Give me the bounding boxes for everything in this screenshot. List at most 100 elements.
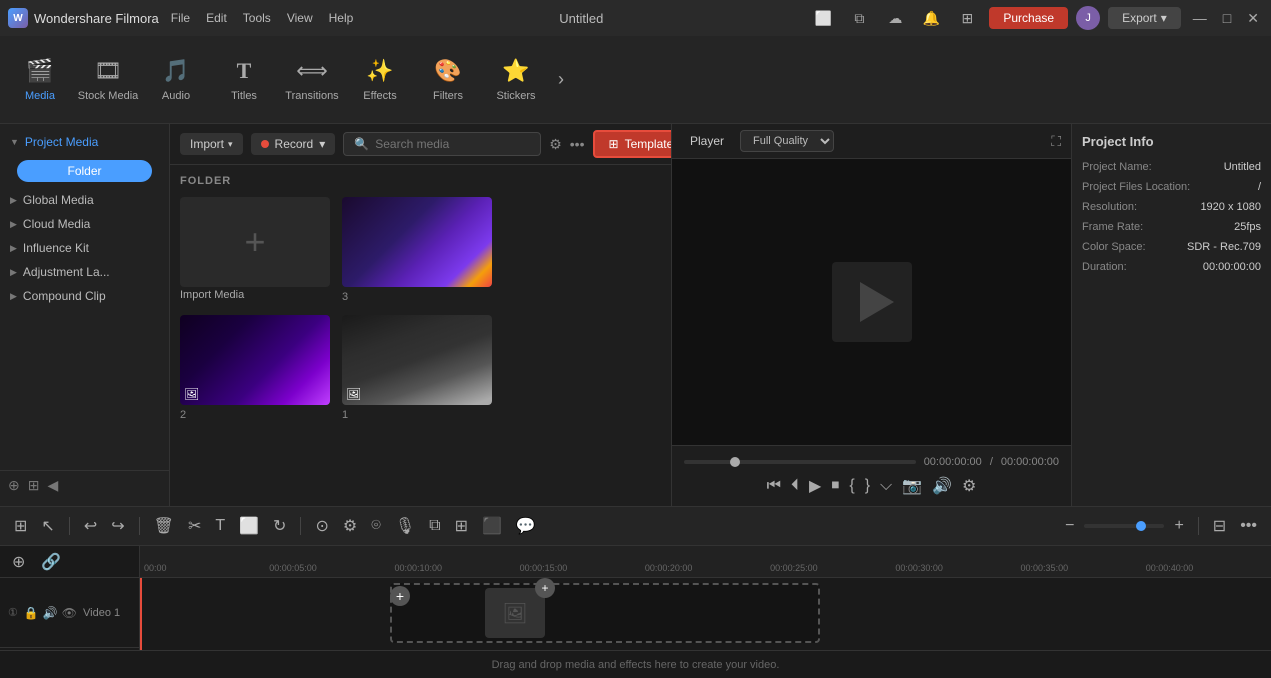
add-folder-icon[interactable]: ⊕ bbox=[8, 477, 20, 494]
more-options-icon[interactable]: ••• bbox=[570, 136, 585, 152]
track-lock-icon[interactable]: 🔒 bbox=[24, 606, 39, 620]
sidebar-item-adjustment[interactable]: ▶ Adjustment La... bbox=[0, 260, 169, 284]
crop-button[interactable]: ⬜ bbox=[235, 516, 263, 536]
play-button[interactable]: ▶ bbox=[809, 476, 821, 496]
menu-edit[interactable]: Edit bbox=[206, 11, 227, 25]
mark-out-button[interactable]: } bbox=[865, 477, 870, 495]
search-box[interactable]: 🔍 bbox=[343, 132, 541, 156]
media-thumb-3[interactable]: 🖼 bbox=[342, 315, 492, 405]
split-icon[interactable]: ⧉ bbox=[845, 8, 873, 28]
info-row-framerate: Frame Rate: 25fps bbox=[1082, 221, 1261, 233]
subtitle-button[interactable]: 💬 bbox=[512, 516, 540, 536]
media-count-1: 3 bbox=[342, 291, 492, 303]
cut-button[interactable]: ✂ bbox=[184, 516, 205, 536]
menu-help[interactable]: Help bbox=[329, 11, 354, 25]
zoom-in-button[interactable]: + bbox=[1170, 517, 1187, 535]
link-icon[interactable]: 🔗 bbox=[37, 552, 65, 572]
toolbar-item-filters[interactable]: 🎨 Filters bbox=[416, 40, 480, 120]
add-media-button[interactable]: + bbox=[390, 586, 410, 606]
quality-select[interactable]: Full Quality bbox=[740, 130, 834, 152]
multicam-button[interactable]: ⊞ bbox=[451, 516, 472, 536]
media-thumb-2[interactable]: 🖼 bbox=[180, 315, 330, 405]
menu-file[interactable]: File bbox=[171, 11, 190, 25]
timeline-track-labels-header: ⊕ 🔗 bbox=[0, 546, 140, 577]
import-media-thumb[interactable]: + bbox=[180, 197, 330, 287]
delete-button[interactable]: 🗑 bbox=[150, 516, 178, 536]
close-button[interactable]: ✕ bbox=[1243, 10, 1263, 27]
add-track-icon[interactable]: ⊕ bbox=[8, 552, 29, 572]
ripple-edit-button[interactable]: ⊙ bbox=[311, 516, 332, 536]
overlay-button[interactable]: ⬛ bbox=[478, 516, 506, 536]
toolbar-more-button[interactable]: › bbox=[552, 69, 570, 90]
fullscreen-icon[interactable]: ⛶ bbox=[1051, 133, 1061, 150]
step-back-button[interactable]: ⏴ bbox=[791, 477, 799, 495]
sidebar-item-compound-clip[interactable]: ▶ Compound Clip bbox=[0, 284, 169, 308]
cloud-icon[interactable]: ☁ bbox=[881, 8, 909, 28]
folder-view-icon[interactable]: ⊞ bbox=[28, 477, 40, 494]
zoom-slider[interactable] bbox=[1084, 524, 1164, 528]
snapshot-button[interactable]: 📷 bbox=[902, 476, 922, 496]
track-audio-icon[interactable]: 🔊 bbox=[43, 606, 58, 620]
audio-detach-button[interactable]: ⌾ bbox=[367, 517, 385, 535]
settings-button[interactable]: ⚙ bbox=[962, 476, 976, 496]
toolbar-item-effects[interactable]: ✨ Effects bbox=[348, 40, 412, 120]
sidebar-item-global-media[interactable]: ▶ Global Media bbox=[0, 188, 169, 212]
ruler-mark-7: 00:00:35:00 bbox=[1021, 563, 1146, 573]
user-avatar[interactable]: J bbox=[1076, 6, 1100, 30]
toolbar-item-media[interactable]: 🎬 Media bbox=[8, 40, 72, 120]
split-button[interactable]: ⌵ bbox=[880, 477, 892, 495]
sidebar-collapse-icon[interactable]: ◀ bbox=[47, 477, 58, 494]
zoom-out-button[interactable]: − bbox=[1061, 517, 1078, 535]
stop-button[interactable]: ⏹ bbox=[831, 477, 839, 495]
split-clip-button[interactable]: ⧉ bbox=[425, 517, 444, 535]
toolbar-item-titles[interactable]: T Titles bbox=[212, 40, 276, 120]
time-slider-handle bbox=[730, 457, 740, 467]
sidebar-item-cloud-media[interactable]: ▶ Cloud Media bbox=[0, 212, 169, 236]
search-input[interactable] bbox=[375, 137, 530, 151]
menu-view[interactable]: View bbox=[287, 11, 313, 25]
purchase-button[interactable]: Purchase bbox=[989, 7, 1068, 29]
menu-tools[interactable]: Tools bbox=[243, 11, 271, 25]
audio-meter-button[interactable]: 🔊 bbox=[932, 476, 952, 496]
record-button[interactable]: Record ▾ bbox=[251, 133, 336, 155]
templates-button[interactable]: ⊞ Templates bbox=[593, 130, 672, 158]
mark-in-button[interactable]: { bbox=[849, 477, 854, 495]
screen-icon[interactable]: ⬜ bbox=[809, 8, 837, 28]
toolbar-item-audio[interactable]: 🎵 Audio bbox=[144, 40, 208, 120]
export-button[interactable]: Export ▾ bbox=[1108, 7, 1181, 29]
toolbar-item-stock-media[interactable]: 🎞 Stock Media bbox=[76, 40, 140, 120]
cursor-tool[interactable]: ↖ bbox=[37, 516, 58, 536]
text-tool[interactable]: T bbox=[211, 517, 229, 535]
undo-button[interactable]: ↩ bbox=[80, 516, 101, 536]
transitions-icon: ⟺ bbox=[296, 58, 328, 84]
expand-icon-influence: ▶ bbox=[10, 243, 17, 254]
toolbar-item-transitions[interactable]: ⟺ Transitions bbox=[280, 40, 344, 120]
minimize-button[interactable]: — bbox=[1189, 10, 1211, 27]
folder-button[interactable]: Folder bbox=[17, 160, 152, 182]
grid-icon[interactable]: ⊞ bbox=[953, 8, 981, 28]
import-button[interactable]: Import ▾ bbox=[180, 133, 243, 155]
skip-to-start-button[interactable]: ⏮ bbox=[767, 477, 781, 495]
mic-button[interactable]: 🎙 bbox=[391, 516, 419, 536]
maximize-button[interactable]: □ bbox=[1219, 10, 1235, 27]
track-icons: 🔒 🔊 👁 bbox=[24, 606, 77, 620]
tab-player[interactable]: Player bbox=[682, 130, 732, 152]
toolbar-item-stickers[interactable]: ⭐ Stickers bbox=[484, 40, 548, 120]
sidebar-item-project-media[interactable]: ▼ Project Media bbox=[0, 130, 169, 154]
rotate-button[interactable]: ↻ bbox=[269, 516, 290, 536]
more-button[interactable]: ••• bbox=[1236, 517, 1261, 535]
preview-header: Player Full Quality ⛶ bbox=[672, 124, 1071, 159]
redo-button[interactable]: ↪ bbox=[107, 516, 128, 536]
speed-button[interactable]: ⚙ bbox=[339, 516, 361, 536]
sidebar-item-influence-kit[interactable]: ▶ Influence Kit bbox=[0, 236, 169, 260]
preview-screen bbox=[672, 159, 1071, 445]
bell-icon[interactable]: 🔔 bbox=[917, 8, 945, 28]
layout-button[interactable]: ⊟ bbox=[1209, 516, 1230, 536]
track-eye-icon[interactable]: 👁 bbox=[62, 606, 77, 620]
media-thumb-1[interactable] bbox=[342, 197, 492, 287]
toolbar-stickers-label: Stickers bbox=[496, 90, 535, 102]
filter-icon[interactable]: ⚙ bbox=[549, 136, 562, 153]
grid-view-button[interactable]: ⊞ bbox=[10, 516, 31, 536]
time-slider[interactable] bbox=[684, 460, 916, 464]
sidebar: ▼ Project Media Folder ▶ Global Media ▶ … bbox=[0, 124, 170, 506]
